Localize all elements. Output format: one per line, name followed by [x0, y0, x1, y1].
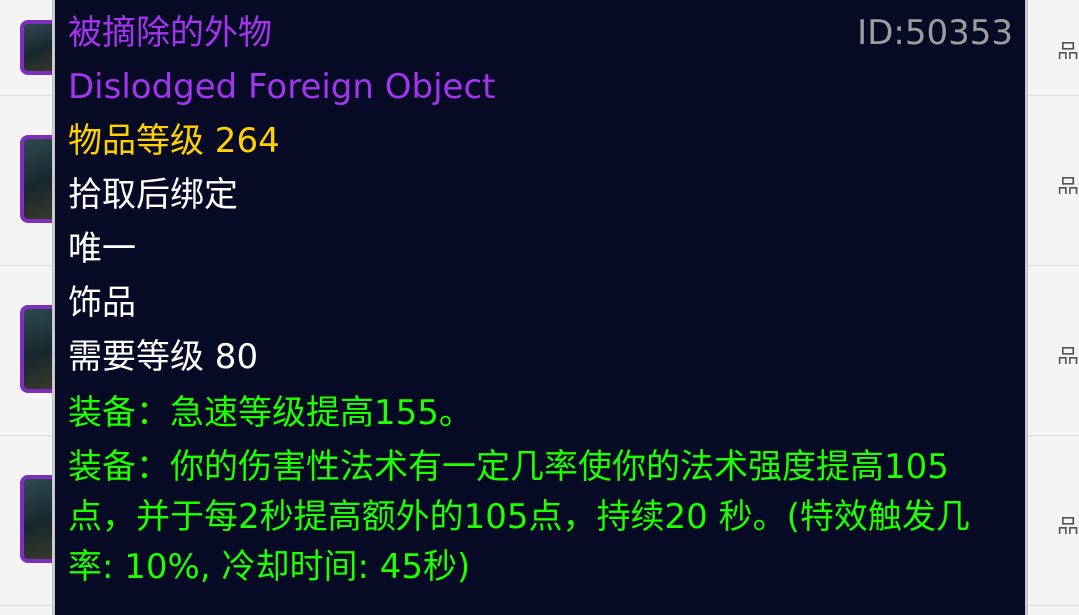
equip-effect-haste: 装备：急速等级提高155。 [68, 393, 473, 433]
equip-effect-proc: 装备：你的伤害性法术有一定几率使你的法术强度提高105点，并于每2秒提高额外的1… [68, 447, 970, 587]
row-label: 品 [1056, 41, 1079, 59]
item-tooltip: 被摘除的外物 ID:50353 Dislodged Foreign Object… [52, 0, 1028, 615]
bind-type: 拾取后绑定 [68, 175, 238, 215]
item-slot: 饰品 [68, 283, 136, 323]
unique-tag: 唯一 [68, 229, 136, 269]
item-level: 物品等级 264 [68, 121, 280, 161]
row-label: 品 [1056, 346, 1079, 364]
item-name-en: Dislodged Foreign Object [68, 67, 496, 107]
item-id: ID:50353 [857, 13, 1013, 53]
row-label: 品 [1056, 516, 1079, 534]
row-label: 品 [1056, 176, 1079, 194]
required-level: 需要等级 80 [68, 337, 259, 377]
